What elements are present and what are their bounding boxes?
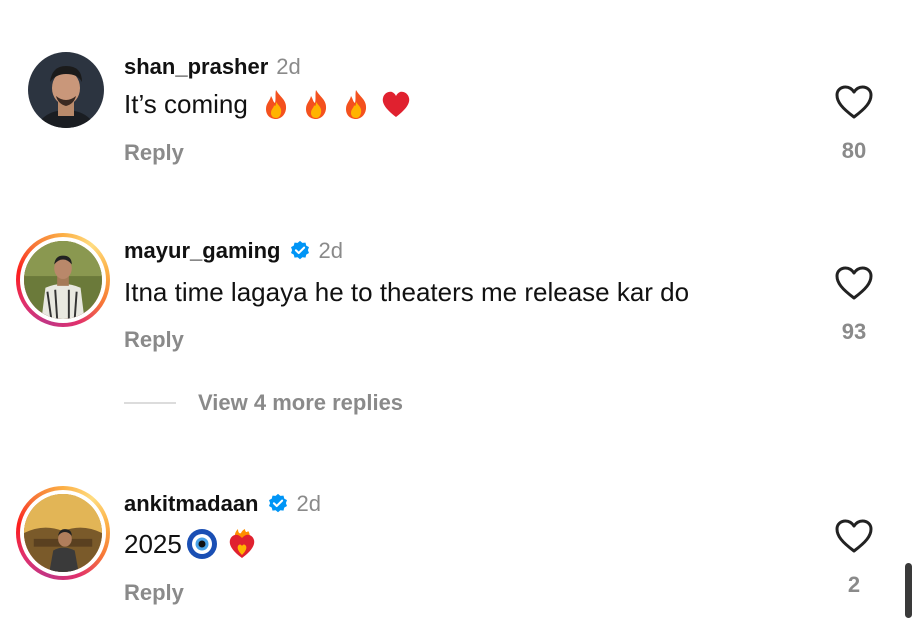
heart-icon[interactable] [834,518,874,554]
comment-username[interactable]: shan_prasher [124,54,268,80]
verified-badge-icon [268,493,287,513]
view-more-replies-button[interactable]: View 4 more replies [124,390,403,416]
fire-emoji [265,90,286,119]
reply-button[interactable]: Reply [124,140,184,166]
heart-icon[interactable] [834,84,874,120]
comment-text-row: 2025 [124,528,258,560]
like-count: 2 [847,572,861,597]
view-more-replies-label: View 4 more replies [198,390,404,415]
view-replies-divider [124,402,176,404]
reply-button[interactable]: Reply [124,327,184,353]
avatar-photo [24,241,102,319]
like-count: 93 [841,319,867,344]
fire-emoji [345,90,366,119]
like-count: 80 [841,138,867,163]
red-heart-emoji [382,91,410,117]
comment-username[interactable]: ankitmadaan [124,491,259,517]
verified-badge-icon [290,240,309,260]
comment-text-row: It’s coming [124,88,412,120]
comment-timestamp: 2d [318,238,343,263]
comment-username[interactable]: mayur_gaming [124,238,281,264]
comment-timestamp: 2d [296,491,321,516]
comment-timestamp: 2d [276,54,301,79]
avatar-photo [28,52,104,128]
comment-text: It’s coming [124,89,248,119]
avatar[interactable] [16,233,110,327]
avatar[interactable] [16,486,110,580]
avatar[interactable] [28,52,104,128]
comment-text: 2025 [124,529,182,559]
avatar-photo [24,494,102,572]
fire-emoji [305,90,326,119]
heart-on-fire-emoji [229,529,255,558]
reply-button[interactable]: Reply [124,580,184,606]
heart-icon[interactable] [834,265,874,301]
nazar-amulet-emoji [186,529,217,559]
comment-text: Itna time lagaya he to theaters me relea… [124,277,690,307]
scrollbar[interactable] [905,563,912,618]
comment-text-row: Itna time lagaya he to theaters me relea… [124,276,689,308]
